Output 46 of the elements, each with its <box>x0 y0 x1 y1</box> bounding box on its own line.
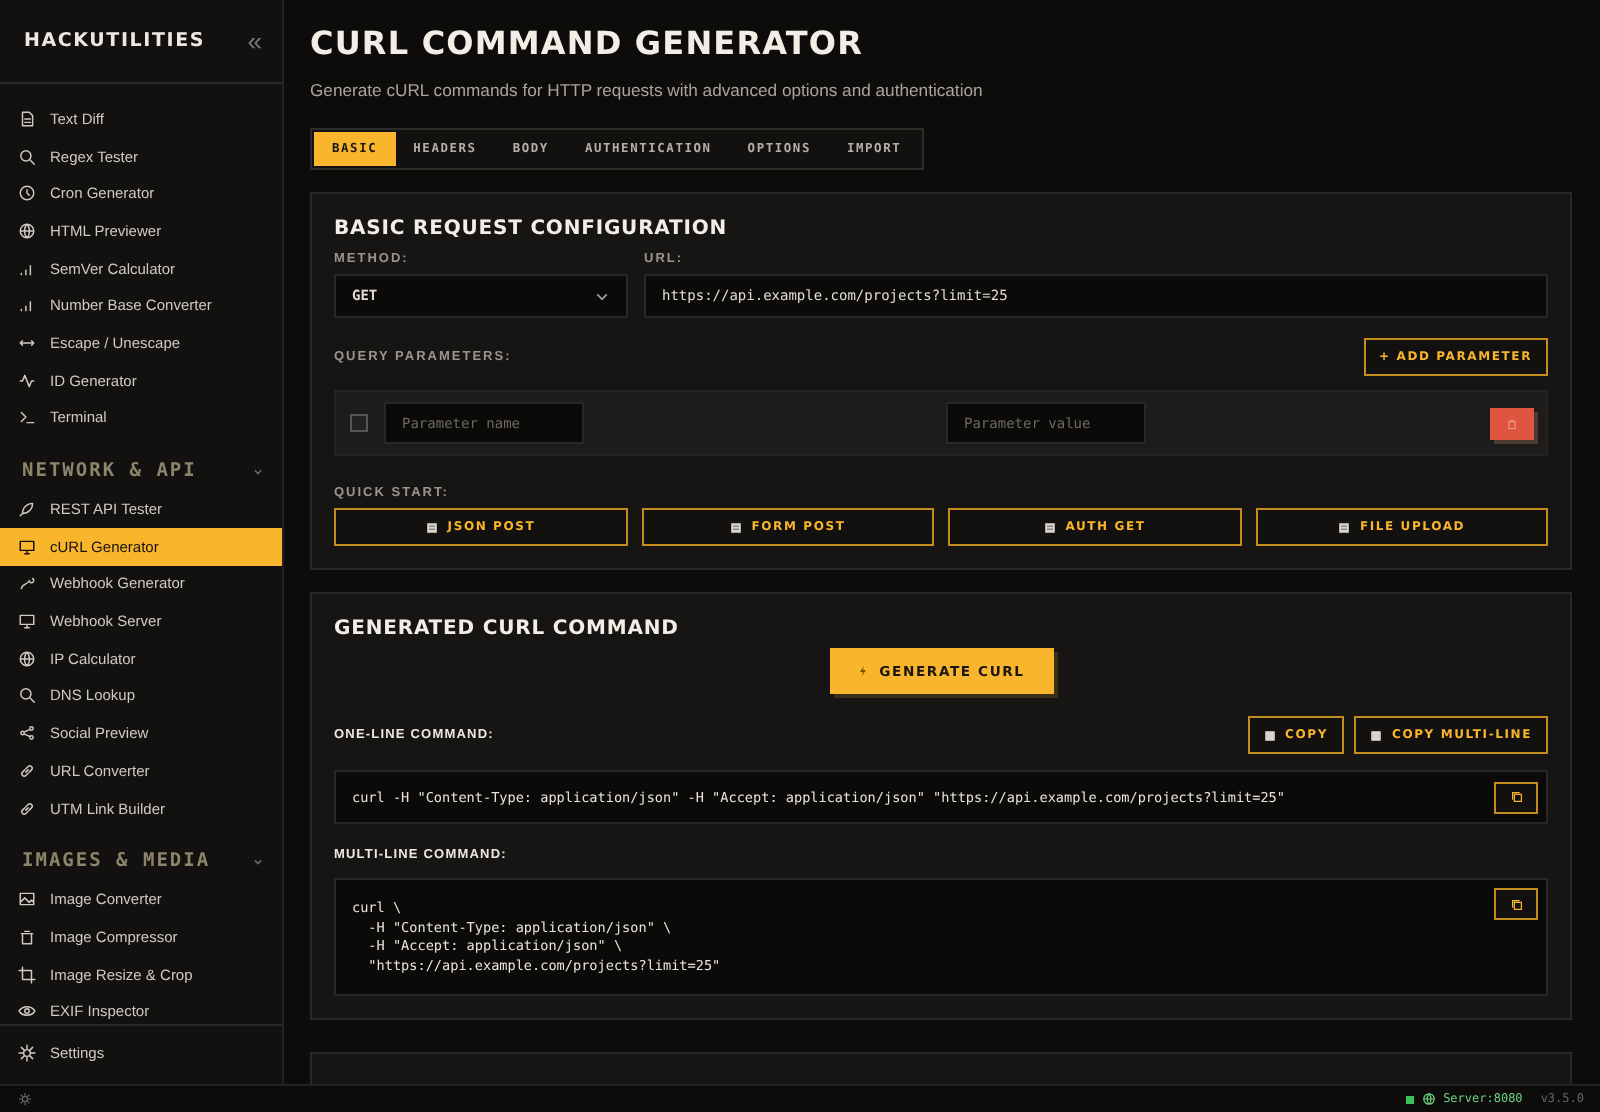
search-icon <box>18 686 36 705</box>
document-icon <box>1370 729 1382 741</box>
page-subtitle: Generate cURL commands for HTTP requests with advanced options and authentication <box>310 80 985 100</box>
image-icon <box>18 890 36 909</box>
section-heading[interactable]: NETWORK & API <box>22 460 197 483</box>
document-icon <box>729 521 742 533</box>
monitor-icon <box>18 612 36 631</box>
eye-icon <box>18 1002 36 1021</box>
trash-icon <box>18 927 36 946</box>
search-icon <box>18 147 36 166</box>
card-title: GENERATED CURL COMMAND <box>334 618 681 640</box>
document-icon <box>425 521 438 533</box>
crop-icon <box>18 965 36 984</box>
lightning-icon <box>857 666 868 676</box>
globe-icon <box>18 221 36 240</box>
section-heading[interactable]: IMAGES & MEDIA <box>22 850 211 873</box>
wave-icon <box>18 371 36 390</box>
share-icon <box>18 724 36 743</box>
terminal-icon <box>18 408 36 427</box>
delete-button[interactable] <box>1490 407 1534 439</box>
card-title: BASIC REQUEST CONFIGURATION <box>334 218 730 240</box>
page-title: CURL COMMAND GENERATOR <box>310 24 866 62</box>
checkbox[interactable] <box>350 414 368 432</box>
collapse-button[interactable]: « <box>247 26 262 56</box>
trash-icon <box>1506 417 1518 429</box>
bars-icon <box>18 259 36 278</box>
settings-icon <box>18 1044 36 1063</box>
bars-icon <box>18 296 36 315</box>
document-icon <box>1263 729 1276 741</box>
monitor-icon <box>18 537 36 556</box>
link-icon <box>18 761 36 780</box>
document-icon <box>1337 521 1350 533</box>
status-indicator <box>1405 1095 1414 1103</box>
copy-button[interactable] <box>1494 781 1538 813</box>
chevron-down-icon <box>594 288 610 304</box>
globe-icon <box>18 649 36 668</box>
clock-icon <box>18 184 36 203</box>
link-icon <box>18 799 36 818</box>
copy-icon <box>1509 790 1523 804</box>
document-icon <box>1043 521 1056 533</box>
globe-icon <box>1421 1092 1436 1106</box>
app-title: HACKUTILITIES <box>24 30 206 52</box>
doc-icon <box>18 109 36 128</box>
settings-icon[interactable] <box>18 1092 32 1106</box>
copy-button[interactable] <box>1494 888 1538 920</box>
copy-icon <box>1509 897 1523 911</box>
